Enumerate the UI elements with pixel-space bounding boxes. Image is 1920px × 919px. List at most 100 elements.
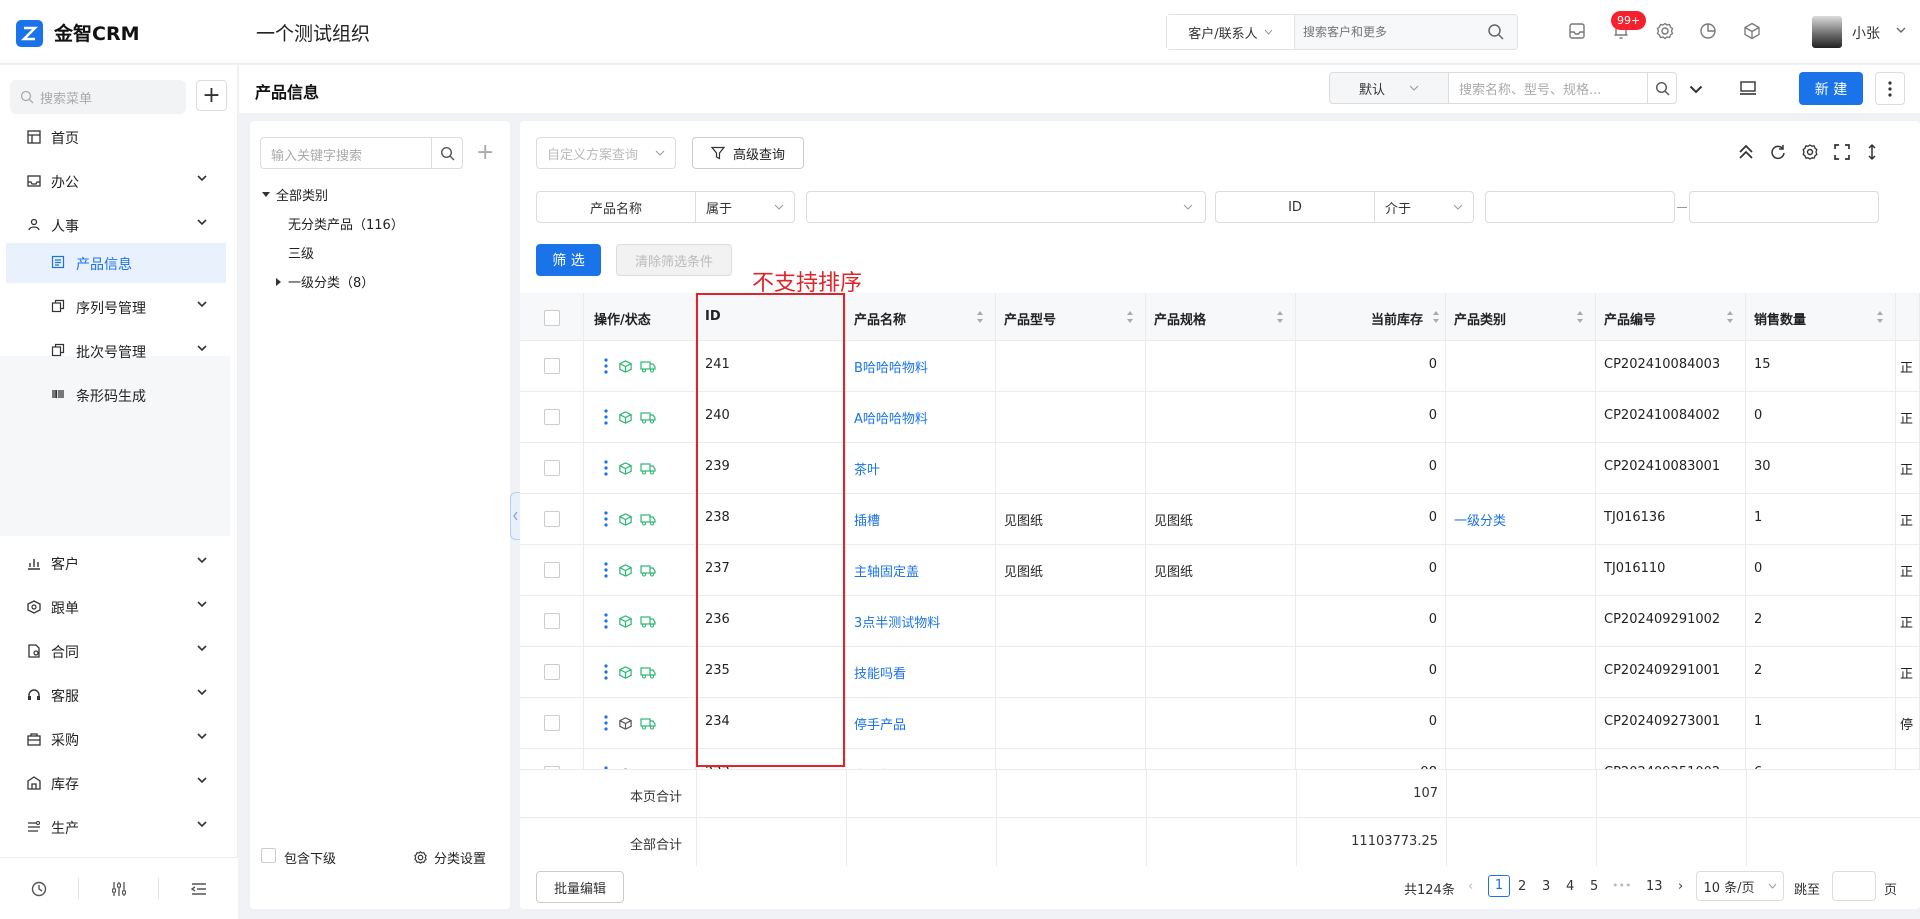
truck-icon[interactable] xyxy=(640,716,656,731)
page-size-select[interactable]: 10 条/页 xyxy=(1696,871,1784,901)
goto-page-input[interactable] xyxy=(1832,871,1876,901)
sidebar-item-production[interactable]: 生产 xyxy=(0,805,230,849)
more-vertical-icon[interactable] xyxy=(604,715,608,731)
menu-search-input[interactable]: 搜索菜单 xyxy=(10,80,186,114)
page-button[interactable]: 3 xyxy=(1542,879,1550,894)
sliders-icon[interactable] xyxy=(110,880,128,898)
more-button[interactable] xyxy=(1875,72,1905,105)
truck-icon[interactable] xyxy=(640,410,656,425)
row-checkbox[interactable] xyxy=(544,562,560,578)
chevron-down-icon[interactable] xyxy=(1896,27,1906,33)
cube-icon[interactable] xyxy=(1742,21,1764,43)
filter-operator-select[interactable]: 属于 xyxy=(695,191,795,223)
row-checkbox[interactable] xyxy=(544,409,560,425)
sidebar-subitem-barcode[interactable]: 条形码生成 xyxy=(6,375,226,415)
truck-icon[interactable] xyxy=(640,563,656,578)
cell-value[interactable]: A哈哈哈物料 xyxy=(854,408,928,427)
history-icon[interactable] xyxy=(30,880,48,898)
tree-node[interactable]: 无分类产品（116） xyxy=(288,214,404,233)
tree-search-input[interactable]: 输入关键字搜索 xyxy=(260,137,432,169)
sidebar-item-followup[interactable]: 跟单 xyxy=(0,585,230,629)
filter-field-id[interactable]: ID xyxy=(1215,191,1375,223)
prev-page-button[interactable]: ‹ xyxy=(1468,879,1473,894)
cell-value[interactable]: 技能吗看 xyxy=(854,663,906,682)
filter-id-max-input[interactable] xyxy=(1689,191,1879,223)
page-button-current[interactable]: 1 xyxy=(1488,875,1510,897)
sidebar-subitem-serial[interactable]: 序列号管理 xyxy=(6,287,226,327)
page-button[interactable]: 13 xyxy=(1646,879,1663,894)
sort-icon[interactable] xyxy=(1126,310,1134,324)
sort-icon[interactable] xyxy=(976,310,984,324)
tree-node[interactable]: 三级 xyxy=(288,243,314,262)
column-header-model[interactable]: 产品型号 xyxy=(996,293,1146,341)
truck-icon[interactable] xyxy=(640,614,656,629)
row-checkbox[interactable] xyxy=(544,460,560,476)
page-button[interactable]: 2 xyxy=(1518,879,1526,894)
column-header-stock[interactable]: 当前库存 xyxy=(1296,293,1446,341)
truck-icon[interactable] xyxy=(640,512,656,527)
more-vertical-icon[interactable] xyxy=(604,613,608,629)
monitor-icon[interactable] xyxy=(1739,80,1757,96)
refresh-icon[interactable] xyxy=(1768,142,1788,162)
include-sub-checkbox[interactable] xyxy=(261,848,276,863)
more-vertical-icon[interactable] xyxy=(604,511,608,527)
sidebar-item-contract[interactable]: 合同 xyxy=(0,629,230,673)
select-all-checkbox[interactable] xyxy=(544,310,560,326)
add-category-button[interactable]: + xyxy=(476,142,494,164)
truck-icon[interactable] xyxy=(640,665,656,680)
sidebar-subitem-batch[interactable]: 批次号管理 xyxy=(6,331,226,371)
column-header-category[interactable]: 产品类别 xyxy=(1446,293,1596,341)
collapse-up-icon[interactable] xyxy=(1736,142,1756,162)
sidebar-item-purchase[interactable]: 采购 xyxy=(0,717,230,761)
page-ellipsis[interactable]: ••• xyxy=(1612,879,1631,892)
sidebar-item-customer[interactable]: 客户 xyxy=(0,541,230,585)
tree-search-button[interactable] xyxy=(431,137,463,169)
cell-value[interactable]: 茶叶 xyxy=(854,459,880,478)
user-name[interactable]: 小张 xyxy=(1852,23,1880,43)
cell-value[interactable]: 停手产品 xyxy=(854,714,906,733)
advanced-query-button[interactable]: 高级查询 xyxy=(692,137,804,169)
sidebar-item-inventory[interactable]: 库存 xyxy=(0,761,230,805)
new-button[interactable]: 新 建 xyxy=(1799,72,1863,105)
clear-filter-button[interactable]: 清除筛选条件 xyxy=(616,244,732,276)
column-header-sales[interactable]: 销售数量 xyxy=(1746,293,1896,341)
more-vertical-icon[interactable] xyxy=(604,460,608,476)
sidebar-item-home[interactable]: 首页 xyxy=(0,115,230,159)
row-height-icon[interactable] xyxy=(1862,142,1882,162)
gear-icon[interactable] xyxy=(1800,142,1820,162)
column-header-code[interactable]: 产品编号 xyxy=(1596,293,1746,341)
chevron-down-icon[interactable] xyxy=(1689,85,1703,94)
inbox-icon[interactable] xyxy=(1567,21,1589,43)
sidebar-subitem-product-info[interactable]: 产品信息 xyxy=(6,243,226,283)
search-button[interactable] xyxy=(1647,72,1677,104)
filter-id-min-input[interactable] xyxy=(1485,191,1675,223)
page-button[interactable]: 4 xyxy=(1566,879,1574,894)
row-checkbox[interactable] xyxy=(544,613,560,629)
more-vertical-icon[interactable] xyxy=(604,664,608,680)
tree-node-expandable[interactable]: 一级分类（8） xyxy=(276,272,374,291)
scheme-query-select[interactable]: 自定义方案查询 xyxy=(536,137,676,169)
row-checkbox[interactable] xyxy=(544,511,560,527)
sidebar-item-office[interactable]: 办公 xyxy=(0,159,230,203)
truck-icon[interactable] xyxy=(640,461,656,476)
global-search-input[interactable] xyxy=(1303,22,1483,42)
sidebar-item-service[interactable]: 客服 xyxy=(0,673,230,717)
search-scope-select[interactable]: 客户/联系人 xyxy=(1167,15,1295,49)
sort-icon[interactable] xyxy=(1726,310,1734,324)
filter-operator-select[interactable]: 介于 xyxy=(1374,191,1474,223)
row-checkbox[interactable] xyxy=(544,358,560,374)
column-header-name[interactable]: 产品名称 xyxy=(846,293,996,341)
sort-icon[interactable] xyxy=(1432,310,1440,324)
tree-node-root[interactable]: 全部类别 xyxy=(262,185,328,204)
sort-icon[interactable] xyxy=(1276,310,1284,324)
cell-value[interactable]: B哈哈哈物料 xyxy=(854,357,928,376)
avatar[interactable] xyxy=(1812,16,1842,48)
row-checkbox[interactable] xyxy=(544,715,560,731)
filter-field-product-name[interactable]: 产品名称 xyxy=(536,191,696,223)
cell-value[interactable]: 3点半测试物料 xyxy=(854,612,940,631)
cell-value[interactable]: 一级分类 xyxy=(1454,510,1506,529)
filter-value-select[interactable] xyxy=(806,191,1206,223)
sort-icon[interactable] xyxy=(1576,310,1584,324)
sidebar-item-hr[interactable]: 人事 xyxy=(0,203,230,247)
filter-button[interactable]: 筛 选 xyxy=(536,244,601,276)
